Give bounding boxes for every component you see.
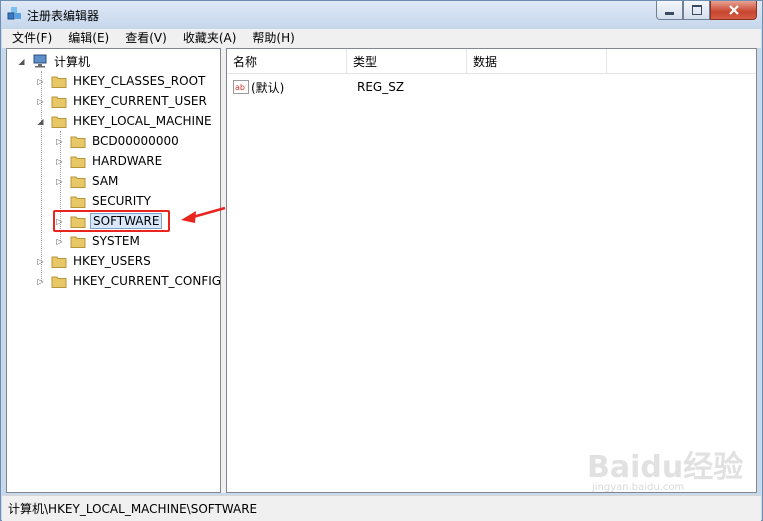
window-title: 注册表编辑器 [27,9,100,23]
tree-label: BCD00000000 [92,134,179,148]
value-type: REG_SZ [357,80,405,94]
folder-icon [51,276,67,288]
maximize-button[interactable] [683,1,710,20]
tree-label: HKEY_USERS [73,254,151,268]
folder-icon [70,156,86,168]
expand-arrow-icon[interactable]: ▷ [55,237,64,246]
folder-icon [70,236,86,248]
tree-label: HKEY_LOCAL_MACHINE [73,114,212,128]
computer-icon [33,54,47,68]
minimize-icon [665,11,674,15]
folder-icon [70,176,86,188]
column-header-name[interactable]: 名称 [227,49,347,73]
tree-label: HKEY_CLASSES_ROOT [73,74,206,88]
folder-open-icon [51,116,67,128]
tree-item-hardware[interactable]: ▷ HARDWARE [55,151,164,171]
menu-file[interactable]: 文件(F) [2,29,58,48]
value-name: (默认) [251,80,285,95]
tree-item-hkey-classes-root[interactable]: ▷ HKEY_CLASSES_ROOT [36,71,207,91]
tree-item-hkey-local-machine[interactable]: ◢ HKEY_LOCAL_MACHINE [36,111,214,131]
list-item[interactable]: ab (默认) REG_SZ [227,77,756,97]
folder-icon [51,96,67,108]
maximize-icon [691,5,702,15]
close-button[interactable] [710,1,757,20]
string-value-icon: ab [233,80,249,94]
tree-label: HKEY_CURRENT_USER [73,94,207,108]
tree-label: 计算机 [54,54,91,69]
registry-app-icon [7,7,21,20]
collapse-arrow-icon[interactable]: ◢ [36,117,45,126]
registry-tree-pane[interactable]: ◢ 计算机 ▷ HKEY_CLASSES_ROOT ▷ HKEY_CURRENT… [6,48,221,493]
folder-icon [51,256,67,268]
tree-item-hkey-current-user[interactable]: ▷ HKEY_CURRENT_USER [36,91,209,111]
tree-item-hkey-users[interactable]: ▷ HKEY_USERS [36,251,153,271]
annotation-highlight-box [53,210,170,232]
folder-icon [70,196,86,208]
annotation-arrow-icon [181,206,226,223]
tree-item-system[interactable]: ▷ SYSTEM [55,231,142,251]
status-path: 计算机\HKEY_LOCAL_MACHINE\SOFTWARE [8,502,258,516]
baidu-watermark: Baidu经验 [587,450,744,485]
expand-arrow-icon[interactable]: ▷ [36,277,45,286]
svg-text:ab: ab [235,83,245,92]
column-header-type[interactable]: 类型 [347,49,467,73]
values-list-pane[interactable]: 名称 类型 数据 ab (默认) REG_SZ Baidu经验 jingyan.… [226,48,757,493]
expand-arrow-icon[interactable]: ▷ [55,157,64,166]
registry-editor-window: 注册表编辑器 文件(F) 编辑(E) 查看(V) 收藏夹(A) 帮助(H) ◢ [0,0,763,521]
minimize-button[interactable] [656,1,683,20]
no-expander [55,197,64,206]
close-icon [728,5,739,15]
tree-label: SYSTEM [92,234,140,248]
title-bar[interactable]: 注册表编辑器 [1,1,762,29]
status-bar: 计算机\HKEY_LOCAL_MACHINE\SOFTWARE [2,495,761,521]
column-header-row: 名称 类型 数据 [227,49,756,74]
tree-item-bcd[interactable]: ▷ BCD00000000 [55,131,181,151]
tree-label: HARDWARE [92,154,163,168]
tree-item-hkey-current-config[interactable]: ▷ HKEY_CURRENT_CONFIG [36,271,221,291]
folder-icon [70,136,86,148]
expand-arrow-icon[interactable]: ▷ [55,177,64,186]
menu-help[interactable]: 帮助(H) [242,29,300,48]
tree-label: SECURITY [92,194,151,208]
tree-item-security[interactable]: SECURITY [55,191,153,211]
tree-item-sam[interactable]: ▷ SAM [55,171,120,191]
column-header-data[interactable]: 数据 [467,49,607,73]
tree-label: HKEY_CURRENT_CONFIG [73,274,221,288]
expand-arrow-icon[interactable]: ▷ [36,97,45,106]
expand-arrow-icon[interactable]: ▷ [55,137,64,146]
menu-view[interactable]: 查看(V) [115,29,173,48]
menu-bar: 文件(F) 编辑(E) 查看(V) 收藏夹(A) 帮助(H) [2,29,761,48]
watermark-url: jingyan.baidu.com [592,482,685,493]
menu-favorites[interactable]: 收藏夹(A) [173,29,243,48]
tree-label: SAM [92,174,119,188]
expand-arrow-icon[interactable]: ▷ [36,257,45,266]
folder-icon [51,76,67,88]
tree-item-computer[interactable]: ◢ 计算机 [17,51,92,71]
collapse-arrow-icon[interactable]: ◢ [17,57,26,66]
expand-arrow-icon[interactable]: ▷ [36,77,45,86]
menu-edit[interactable]: 编辑(E) [58,29,115,48]
